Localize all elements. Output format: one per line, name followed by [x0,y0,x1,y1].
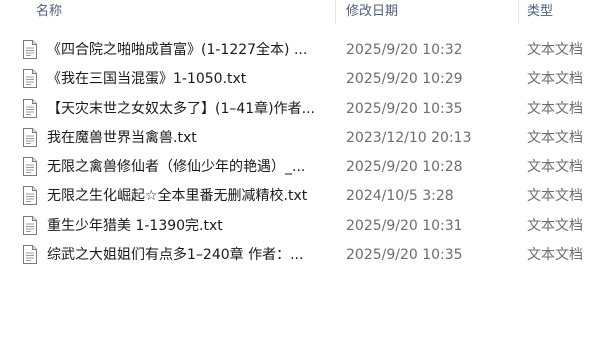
text-document-icon [23,127,37,147]
text-document-icon [23,215,37,235]
text-document-icon [23,69,37,89]
file-row[interactable]: 【天灾末世之女奴太多了】(1–41章)作者... 2025/9/20 10:35… [0,95,591,124]
file-name: 无限之生化崛起☆全本里番无删减精校.txt [47,188,308,205]
file-type: 文本文档 [527,42,583,58]
file-list: 《四合院之啪啪成首富》(1-1227全本) ... 2025/9/20 10:3… [0,36,591,270]
text-document-icon [23,186,37,206]
file-type: 文本文档 [527,71,583,88]
file-name: 重生少年猎美 1-1390完.txt [47,217,223,234]
file-date-modified: 2024/10/5 3:28 [346,188,454,205]
file-row[interactable]: 综武之大姐姐们有点多1–240章 作者：... 2025/9/20 10:35 … [0,241,591,270]
file-row[interactable]: 《四合院之啪啪成首富》(1-1227全本) ... 2025/9/20 10:3… [0,36,591,65]
file-date-modified: 2025/9/20 10:31 [346,217,463,234]
file-name: 【天灾末世之女奴太多了】(1–41章)作者... [47,100,315,117]
column-header-type[interactable]: 类型 [527,2,553,22]
file-date-modified: 2025/9/20 10:32 [346,42,463,58]
text-document-icon [23,40,37,59]
column-header-date-modified[interactable]: 修改日期 [346,2,398,22]
file-name: 《我在三国当混蛋》1-1050.txt [47,71,247,88]
file-row[interactable]: 《我在三国当混蛋》1-1050.txt 2025/9/20 10:29 文本文档 [0,65,591,94]
column-divider[interactable] [335,0,336,24]
file-date-modified: 2025/9/20 10:35 [346,100,463,117]
file-name: 《四合院之啪啪成首富》(1-1227全本) ... [47,42,308,58]
text-document-icon [23,98,37,118]
file-type: 文本文档 [527,129,583,146]
column-header-bar: 名称 修改日期 类型 [0,0,591,26]
file-name: 我在魔兽世界当禽兽.txt [47,129,197,146]
file-name: 综武之大姐姐们有点多1–240章 作者：... [47,247,304,264]
file-type: 文本文档 [527,217,583,234]
text-document-icon [23,245,37,265]
file-date-modified: 2025/9/20 10:35 [346,247,463,264]
column-divider[interactable] [518,0,519,24]
file-explorer: 名称 修改日期 类型 《四合院之啪啪成首富》(1-1227全本) ... 202… [0,0,591,348]
text-document-icon [23,157,37,177]
file-type: 文本文档 [527,188,583,205]
file-row[interactable]: 我在魔兽世界当禽兽.txt 2023/12/10 20:13 文本文档 [0,124,591,153]
file-row[interactable]: 无限之生化崛起☆全本里番无删减精校.txt 2024/10/5 3:28 文本文… [0,182,591,211]
file-date-modified: 2023/12/10 20:13 [346,129,472,146]
file-row[interactable]: 重生少年猎美 1-1390完.txt 2025/9/20 10:31 文本文档 [0,212,591,241]
file-date-modified: 2025/9/20 10:28 [346,159,463,176]
column-header-name[interactable]: 名称 [36,2,62,22]
file-type: 文本文档 [527,159,583,176]
file-date-modified: 2025/9/20 10:29 [346,71,463,88]
file-name: 无限之禽兽修仙者（修仙少年的艳遇）_... [47,159,306,176]
file-row[interactable]: 无限之禽兽修仙者（修仙少年的艳遇）_... 2025/9/20 10:28 文本… [0,153,591,182]
file-type: 文本文档 [527,100,583,117]
file-type: 文本文档 [527,247,583,264]
